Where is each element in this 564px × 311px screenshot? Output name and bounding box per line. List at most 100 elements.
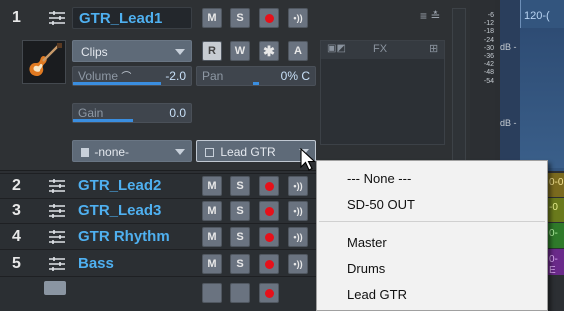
track2-type-icon[interactable] [44,175,70,197]
track2-name[interactable]: GTR_Lead2 [72,175,192,197]
meter-tick: -48 [483,69,494,77]
menu-item-drums[interactable]: Drums [347,261,385,276]
db-label: dB - [500,118,517,128]
gain-level-bar [73,119,133,122]
track4-solo-button[interactable]: S [230,227,250,247]
track6-mute-button[interactable] [202,283,222,303]
fx-label: FX [373,43,388,55]
track4-mute-button[interactable]: M [202,227,222,247]
track1-image[interactable] [22,40,66,84]
track2-clip-label: 0-0 [549,177,564,188]
track1-gain-slider[interactable]: Gain 0.0 [72,103,192,123]
track5-type-icon[interactable] [44,253,70,275]
track4-clip-label: 0- [549,228,558,239]
track1-read-automation-button[interactable]: R [202,41,222,61]
track4-record-button[interactable] [259,227,279,247]
track3-input-echo-button[interactable]: •)) [288,201,308,221]
track1-mute-button[interactable]: M [202,8,222,28]
track1-clips-dropdown[interactable]: Clips [72,40,192,62]
track3-solo-button[interactable]: S [230,201,250,221]
track2-solo-button[interactable]: S [230,176,250,196]
fx-bin-icons[interactable]: ▣◩ [327,43,346,54]
track1-archive-button[interactable]: A [288,41,308,61]
track3-record-button[interactable] [259,201,279,221]
track1-meter-scale: -6 -12 -18 -24 -30 -36 -42 -48 -54 [472,12,494,172]
db-label: dB - [500,42,517,52]
pan-position-bar [253,82,259,85]
meter-tick: -6 [487,12,494,19]
record-icon [264,259,274,269]
gain-value: 0.0 [169,106,186,120]
record-icon [264,206,274,216]
meter-tick: -42 [483,61,494,69]
track1-type-icon[interactable] [44,7,70,29]
meter-tick: -54 [483,77,494,85]
input-echo-icon: •)) [293,259,303,269]
track1-number: 1 [12,9,21,26]
volume-label: Volume [78,69,119,83]
record-icon [264,181,274,191]
track1-input-echo-button[interactable]: •)) [288,8,308,28]
track1-fx-bin[interactable]: ▣◩ FX ⊞ [320,40,445,145]
meter-tick: -24 [483,36,494,44]
pan-value: 0% C [280,69,310,83]
track6-solo-button[interactable] [230,283,250,303]
pan-label: Pan [202,69,224,83]
meter-tick: -36 [483,53,494,61]
track3-mute-button[interactable]: M [202,201,222,221]
folder-icon [44,281,66,295]
track1-menu-icon[interactable]: ≡ ≛ [420,9,440,23]
track2-number: 2 [12,177,21,194]
track5-mute-button[interactable]: M [202,254,222,274]
input-echo-icon: •)) [293,232,303,242]
record-icon [264,288,274,298]
clips-dropdown-label: Clips [81,45,108,59]
meter-tick: -12 [483,20,494,28]
menu-item-lead-gtr[interactable]: Lead GTR [347,287,407,302]
input-echo-icon: •)) [293,206,303,216]
volume-value: -2.0 [165,69,186,83]
track4-type-icon[interactable] [44,226,70,248]
track1-solo-button[interactable]: S [230,8,250,28]
menu-item-sd50-out[interactable]: SD-50 OUT [347,197,415,212]
track4-name[interactable]: GTR Rhythm [72,226,196,248]
record-icon [264,232,274,242]
track2-record-button[interactable] [259,176,279,196]
track3-clip-label: -0 [549,202,558,213]
track1-output-dropdown[interactable]: Lead GTR [196,140,316,162]
track6-record-button[interactable] [259,283,279,303]
track1-record-button[interactable] [259,8,279,28]
input-icon [81,148,89,157]
track1-volume-slider[interactable]: Volume ⌒ -2.0 [72,66,192,86]
mouse-cursor-icon [300,148,316,171]
track1-clip-label: 120-( [524,10,550,22]
track1-write-automation-button[interactable]: W [230,41,250,61]
track2-input-echo-button[interactable]: •)) [288,176,308,196]
track1-pan-slider[interactable]: Pan 0% C [196,66,316,86]
fx-add-icon[interactable]: ⊞ [429,42,438,55]
track5-record-button[interactable] [259,254,279,274]
track5-input-echo-button[interactable]: •)) [288,254,308,274]
track1-name[interactable]: GTR_Lead1 [72,7,192,29]
record-icon [264,13,274,23]
track2-mute-button[interactable]: M [202,176,222,196]
track4-input-echo-button[interactable]: •)) [288,227,308,247]
input-echo-icon: •)) [293,181,303,191]
track5-name[interactable]: Bass [72,253,192,275]
chevron-down-icon [175,149,185,155]
track-1[interactable]: 1 GTR_Lead1 M S •)) ≡ ≛ Clips R W ✱ A ▣◩… [0,0,470,171]
track3-name[interactable]: GTR_Lead3 [72,200,192,222]
gain-label: Gain [78,106,104,120]
output-icon [205,148,214,157]
menu-item-none[interactable]: --- None --- [347,171,411,186]
track1-clip-region[interactable]: 120-( [500,0,564,171]
track5-solo-button[interactable]: S [230,254,250,274]
meter-tick: -30 [483,44,494,52]
input-value: -none- [94,145,130,159]
output-dropdown-menu[interactable]: --- None --- SD-50 OUT Master Drums Lead… [316,160,548,311]
track3-type-icon[interactable] [44,200,70,222]
track1-freeze-button[interactable]: ✱ [259,41,279,61]
meter-tick: -18 [483,28,494,36]
track1-input-dropdown[interactable]: -none- [72,140,192,162]
menu-item-master[interactable]: Master [347,235,387,250]
